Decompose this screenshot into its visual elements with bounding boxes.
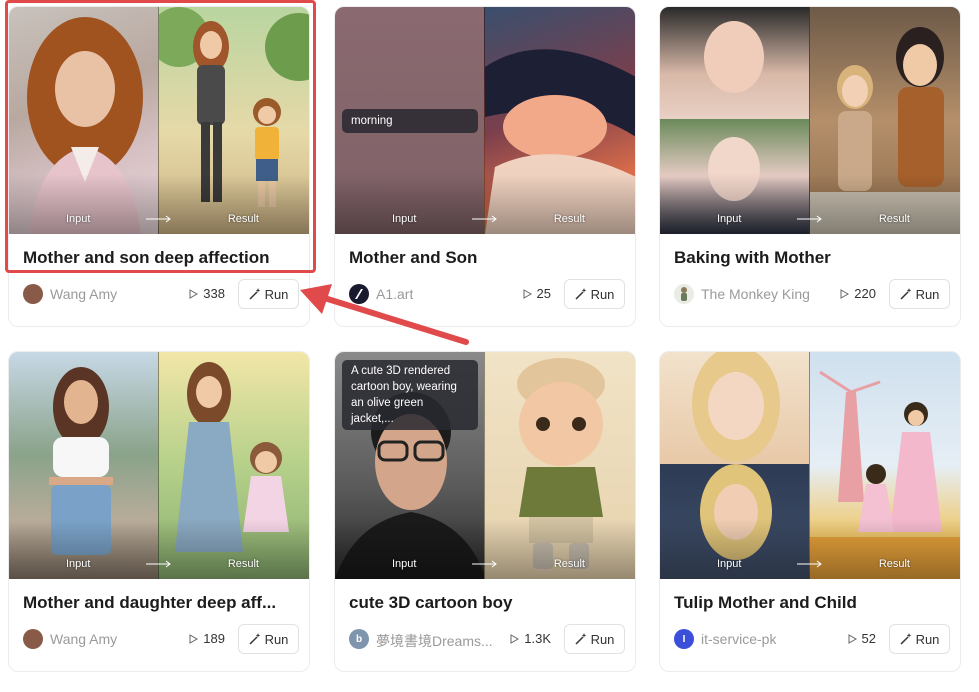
play-count: 52 <box>848 631 876 646</box>
result-label: Result <box>227 213 259 225</box>
author-name[interactable]: Wang Amy <box>50 286 117 302</box>
template-card[interactable]: Input Result Mother and son deep affecti… <box>8 6 310 327</box>
card-title[interactable]: Baking with Mother <box>674 248 950 268</box>
input-label: Input <box>717 558 742 570</box>
result-label: Result <box>553 213 585 225</box>
input-label: Input <box>717 213 742 225</box>
magic-wand-icon <box>900 633 911 645</box>
input-label: Input <box>392 558 417 570</box>
run-label: Run <box>915 631 940 647</box>
run-label: Run <box>915 286 940 302</box>
prompt-chip: morning <box>342 109 478 133</box>
result-label: Result <box>878 558 910 570</box>
prompt-line: A cute 3D rendered <box>351 365 451 377</box>
card-thumbnail[interactable]: A cute 3D rendered cartoon boy, wearing … <box>335 352 635 579</box>
red-arrow-icon <box>300 284 469 345</box>
author-avatar[interactable]: b <box>349 629 369 649</box>
run-label: Run <box>590 286 615 302</box>
play-count: 189 <box>189 631 225 646</box>
input-label: Input <box>392 213 417 225</box>
magic-wand-icon <box>900 288 911 300</box>
play-count-value: 25 <box>536 286 551 301</box>
play-icon <box>848 633 857 644</box>
play-count: 25 <box>523 286 551 301</box>
prompt-line: cartoon boy, wearing <box>351 381 457 393</box>
card-title[interactable]: cute 3D cartoon boy <box>349 593 625 613</box>
card-title[interactable]: Mother and Son <box>349 248 625 268</box>
play-icon <box>189 288 199 299</box>
arrow-right-icon <box>797 215 822 223</box>
author-name[interactable]: The Monkey King <box>701 286 810 302</box>
arrow-right-icon <box>146 215 171 223</box>
run-button[interactable]: Run <box>238 279 299 309</box>
run-button[interactable]: Run <box>564 279 625 309</box>
template-card[interactable]: Input Result Tulip Mother and Child I it… <box>659 351 961 672</box>
author-avatar[interactable]: I <box>674 629 694 649</box>
magic-wand-icon <box>575 288 586 300</box>
template-card[interactable]: morning Input Result Mother and Son A1.a… <box>334 6 636 327</box>
play-count: 338 <box>189 286 225 301</box>
run-label: Run <box>264 286 289 302</box>
play-count-value: 338 <box>203 286 225 301</box>
play-count-value: 1.3K <box>524 631 551 646</box>
input-label: Input <box>66 558 91 570</box>
author-name[interactable]: Wang Amy <box>50 631 117 647</box>
play-count-value: 189 <box>203 631 225 646</box>
author-avatar[interactable] <box>23 284 43 304</box>
card-title[interactable]: Mother and son deep affection <box>23 248 299 268</box>
arrow-right-icon <box>472 560 497 568</box>
input-label: Input <box>66 213 91 225</box>
run-label: Run <box>590 631 615 647</box>
prompt-chip: A cute 3D rendered cartoon boy, wearing … <box>342 360 478 430</box>
card-thumbnail[interactable]: Input Result <box>660 7 960 234</box>
magic-wand-icon <box>575 633 586 645</box>
arrow-right-icon <box>146 560 171 568</box>
play-icon <box>510 633 520 644</box>
play-count: 1.3K <box>510 631 551 646</box>
template-card[interactable]: A cute 3D rendered cartoon boy, wearing … <box>334 351 636 672</box>
magic-wand-icon <box>249 288 260 300</box>
result-label: Result <box>878 213 910 225</box>
author-avatar[interactable] <box>23 629 43 649</box>
card-thumbnail[interactable]: Input Result <box>9 7 309 234</box>
arrow-right-icon <box>472 215 497 223</box>
monkey-avatar-icon <box>681 287 687 301</box>
run-button[interactable]: Run <box>889 624 950 654</box>
template-card[interactable]: Input Result Baking with Mother The Monk… <box>659 6 961 327</box>
card-thumbnail[interactable]: Input Result <box>9 352 309 579</box>
author-name[interactable]: it-service-pk <box>701 631 776 647</box>
arrow-right-icon <box>797 560 822 568</box>
play-count-value: 52 <box>861 631 876 646</box>
run-button[interactable]: Run <box>889 279 950 309</box>
run-button[interactable]: Run <box>564 624 625 654</box>
run-label: Run <box>264 631 289 647</box>
card-thumbnail[interactable]: morning Input Result <box>335 7 635 234</box>
card-title[interactable]: Mother and daughter deep aff... <box>23 593 299 613</box>
play-icon <box>840 288 850 299</box>
magic-wand-icon <box>249 633 260 645</box>
template-card[interactable]: Input Result Mother and daughter deep af… <box>8 351 310 672</box>
result-label: Result <box>553 558 585 570</box>
run-button[interactable]: Run <box>238 624 299 654</box>
play-count: 220 <box>840 286 876 301</box>
result-label: Result <box>227 558 259 570</box>
author-avatar[interactable] <box>674 284 694 304</box>
play-icon <box>189 633 199 644</box>
play-count-value: 220 <box>854 286 876 301</box>
card-title[interactable]: Tulip Mother and Child <box>674 593 950 613</box>
prompt-line: an olive green jacket,... <box>351 397 424 425</box>
card-thumbnail[interactable]: Input Result <box>660 352 960 579</box>
author-name[interactable]: 夢境書境Dreams... <box>376 631 493 651</box>
play-icon <box>523 288 532 299</box>
